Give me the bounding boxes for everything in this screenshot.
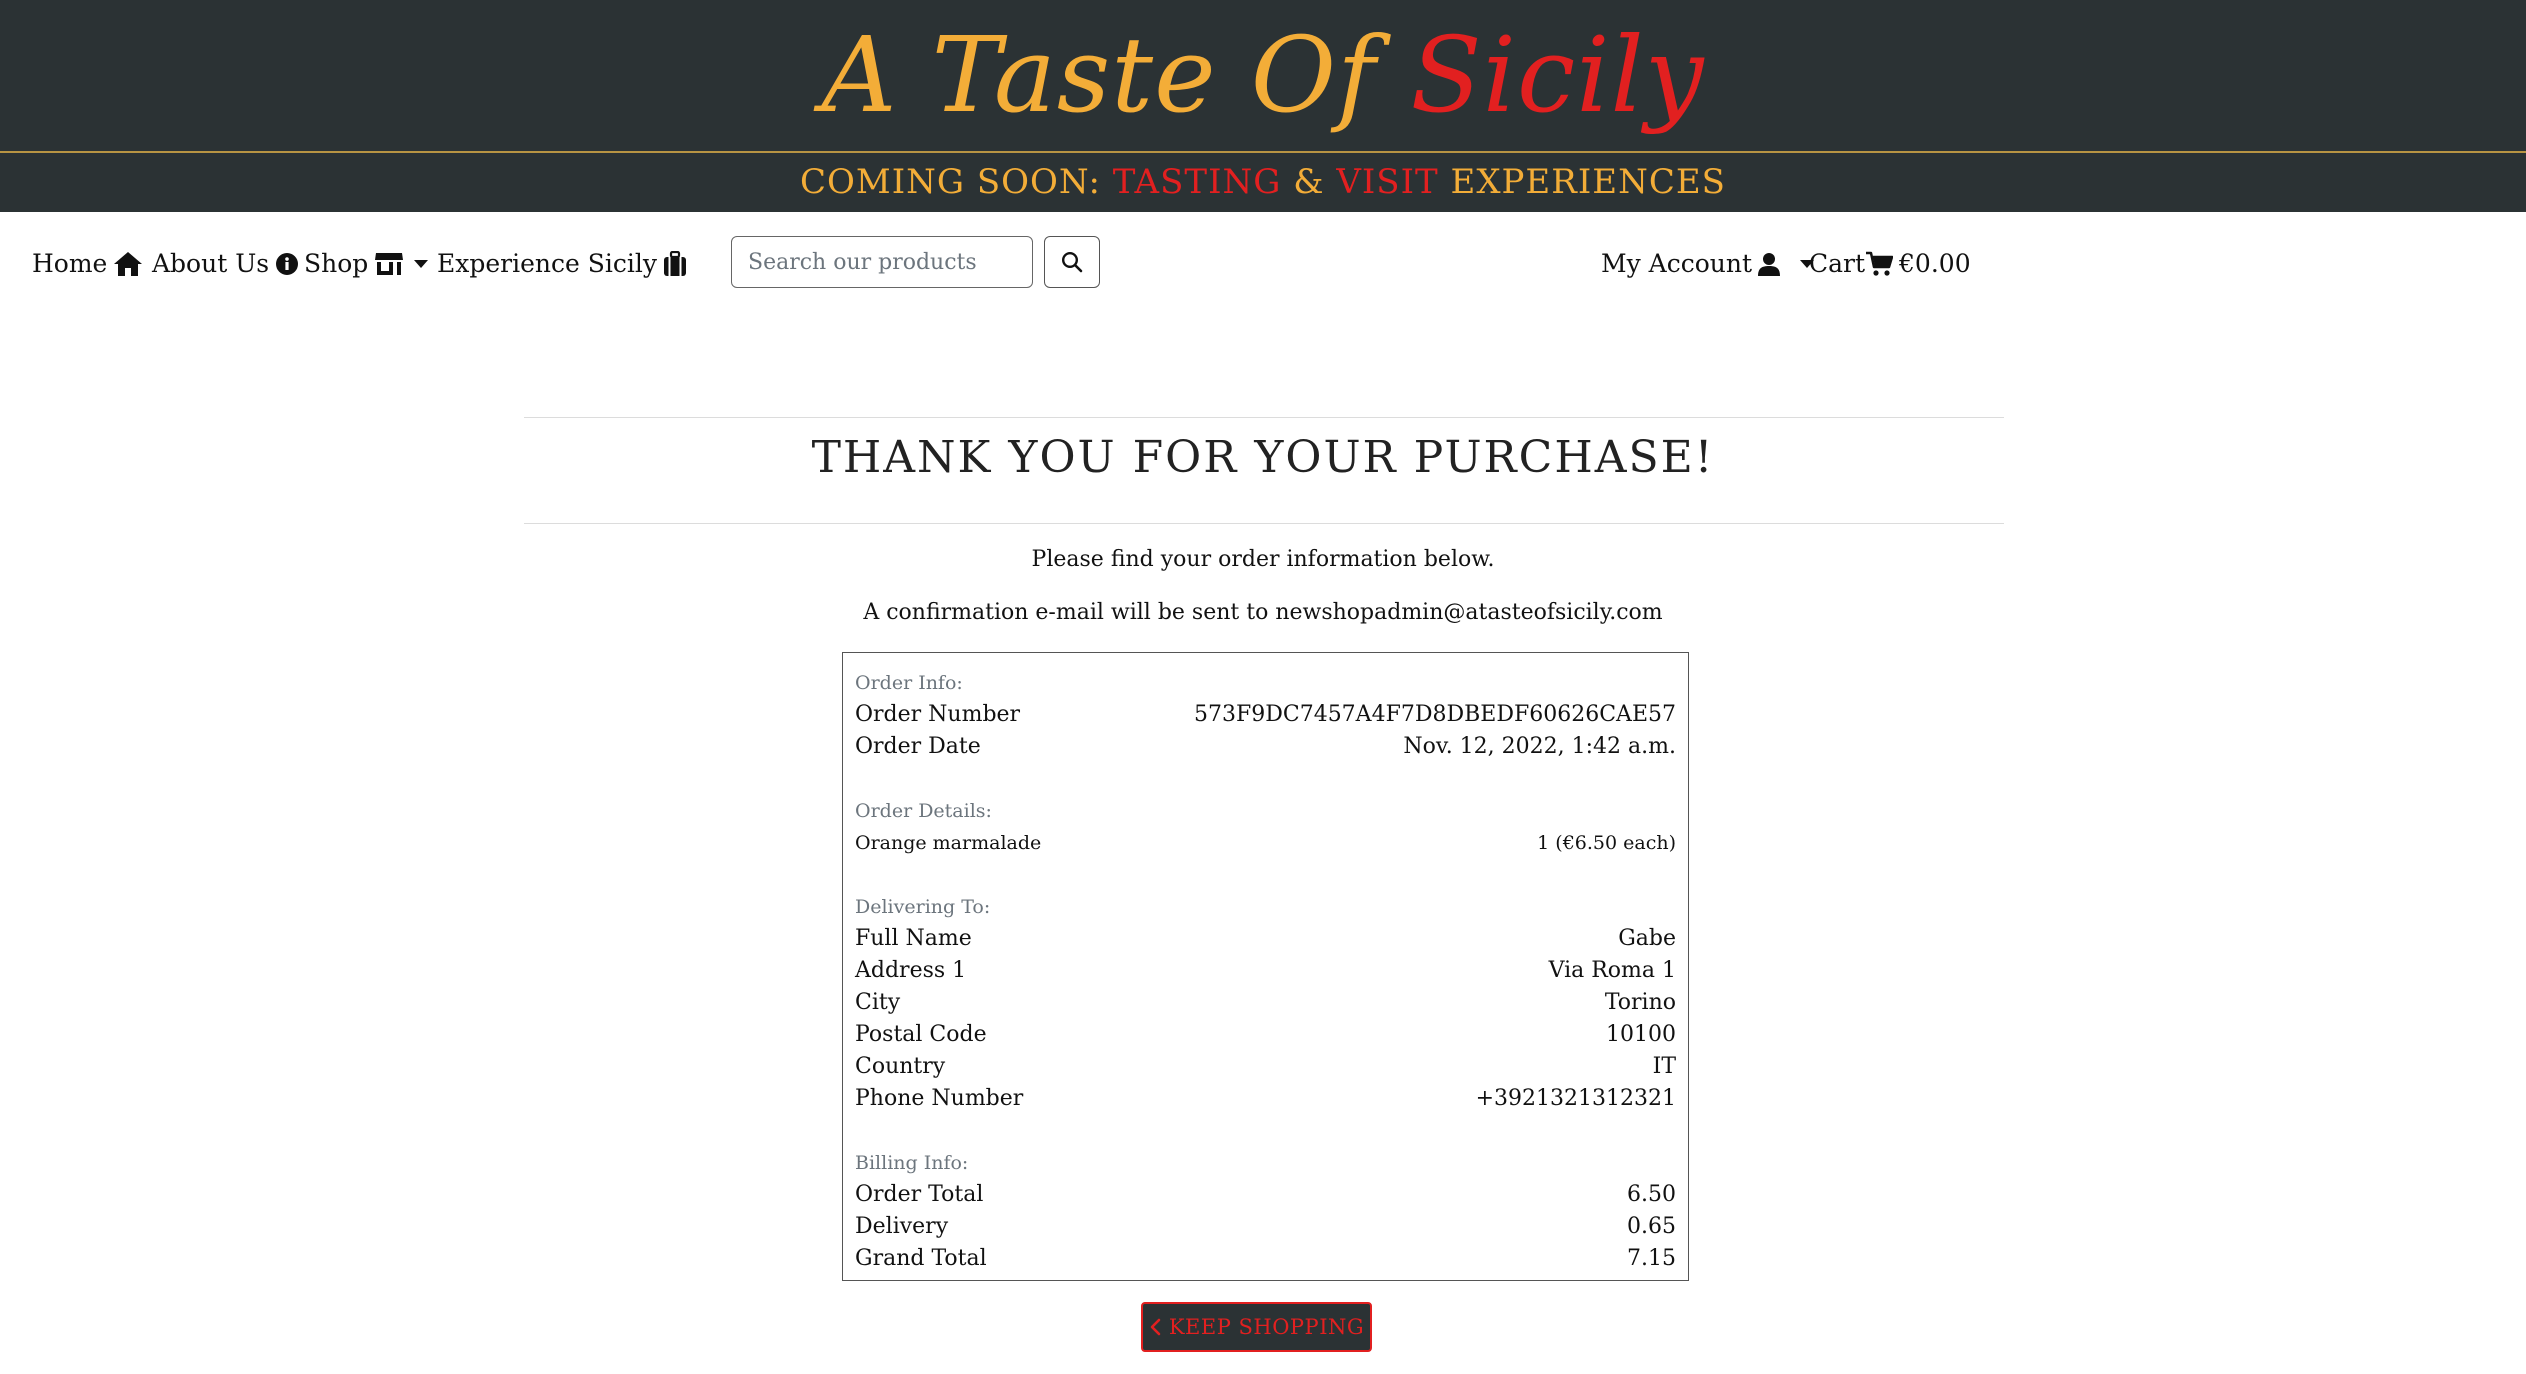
nav-account-label: My Account — [1601, 249, 1753, 278]
postal-code-value: 10100 — [1606, 1022, 1676, 1047]
postal-code-label: Postal Code — [855, 1022, 987, 1047]
logo-word-3: Sicily — [1410, 14, 1705, 136]
logo-word-1: A Taste — [821, 14, 1217, 136]
country-row: Country IT — [855, 1051, 1676, 1083]
postal-code-row: Postal Code 10100 — [855, 1019, 1676, 1051]
grand-total-label: Grand Total — [855, 1246, 987, 1271]
full-name-label: Full Name — [855, 926, 972, 951]
search-button[interactable] — [1044, 236, 1100, 288]
keep-shopping-label: KEEP SHOPPING — [1168, 1315, 1365, 1339]
nav-about[interactable]: About Us — [152, 246, 299, 282]
order-info-intro: Please find your order information below… — [1031, 547, 1495, 572]
banner-text-visit: VISIT — [1336, 162, 1439, 202]
banner-text-experiences: EXPERIENCES — [1438, 162, 1726, 202]
address1-label: Address 1 — [855, 958, 967, 983]
order-details-heading: Order Details: — [855, 800, 992, 822]
nav-shop[interactable]: Shop — [304, 246, 429, 282]
banner-text-amp: & — [1281, 162, 1337, 202]
main-nav: Home About Us Shop Experience Sicily My … — [0, 212, 2526, 312]
cart-icon — [1866, 251, 1894, 276]
title-divider-top — [524, 417, 2004, 418]
chevron-down-icon — [414, 260, 429, 268]
nav-cart-label: Cart — [1809, 249, 1866, 278]
site-logo[interactable]: A Taste Of Sicily — [0, 10, 2526, 140]
site-header: A Taste Of Sicily — [0, 0, 2526, 153]
order-number-row: Order Number 573F9DC7457A4F7D8DBEDF60626… — [855, 699, 1676, 731]
banner-text-tasting: TASTING — [1112, 162, 1282, 202]
order-total-row: Order Total 6.50 — [855, 1179, 1676, 1211]
order-number-label: Order Number — [855, 702, 1021, 727]
billing-info-heading: Billing Info: — [855, 1152, 969, 1174]
order-date-row: Order Date Nov. 12, 2022, 1:42 a.m. — [855, 731, 1676, 763]
delivery-value: 0.65 — [1627, 1214, 1676, 1239]
cart-total: €0.00 — [1899, 249, 1971, 278]
header-divider — [0, 151, 2526, 153]
full-name-row: Full Name Gabe — [855, 923, 1676, 955]
user-icon — [1758, 253, 1781, 276]
country-value: IT — [1652, 1054, 1676, 1079]
search-icon — [1061, 251, 1083, 273]
item-quantity: 1 (€6.50 each) — [1537, 832, 1676, 854]
logo-word-2: Of — [1250, 14, 1377, 136]
grand-total-value: 7.15 — [1627, 1246, 1676, 1271]
nav-shop-label: Shop — [304, 249, 369, 278]
city-label: City — [855, 990, 901, 1015]
delivery-row: Delivery 0.65 — [855, 1211, 1676, 1243]
suitcase-icon — [663, 251, 686, 276]
nav-home-label: Home — [32, 249, 108, 278]
city-value: Torino — [1604, 990, 1676, 1015]
info-icon — [276, 253, 299, 275]
confirmation-email-note: A confirmation e-mail will be sent to ne… — [863, 600, 1663, 625]
nav-experience-label: Experience Sicily — [437, 249, 657, 278]
phone-number-label: Phone Number — [855, 1086, 1024, 1111]
order-info-heading: Order Info: — [855, 672, 963, 694]
nav-experience-sicily[interactable]: Experience Sicily — [437, 246, 687, 282]
phone-number-row: Phone Number +3921321312321 — [855, 1083, 1676, 1115]
title-divider-bottom — [524, 523, 2004, 524]
order-summary: Order Info: Order Number 573F9DC7457A4F7… — [842, 652, 1689, 1281]
nav-home[interactable]: Home — [32, 246, 143, 282]
address1-row: Address 1 Via Roma 1 — [855, 955, 1676, 987]
search-input[interactable] — [731, 236, 1033, 288]
city-row: City Torino — [855, 987, 1676, 1019]
nav-my-account[interactable]: My Account — [1601, 246, 1815, 282]
country-label: Country — [855, 1054, 946, 1079]
nav-about-label: About Us — [152, 249, 270, 278]
order-number-value: 573F9DC7457A4F7D8DBEDF60626CAE57 — [1193, 702, 1676, 727]
chevron-left-icon — [1150, 1318, 1161, 1336]
phone-number-value: +3921321312321 — [1475, 1086, 1676, 1111]
item-name: Orange marmalade — [855, 832, 1042, 854]
list-item: Orange marmalade 1 (€6.50 each) — [855, 827, 1676, 859]
order-date-label: Order Date — [855, 734, 981, 759]
coming-soon-banner: COMING SOON: TASTING & VISIT EXPERIENCES — [0, 152, 2526, 212]
home-icon — [114, 252, 143, 276]
store-icon — [375, 253, 404, 275]
nav-cart[interactable]: Cart €0.00 — [1809, 246, 1971, 282]
grand-total-row: Grand Total 7.15 — [855, 1243, 1676, 1275]
order-date-value: Nov. 12, 2022, 1:42 a.m. — [1403, 734, 1676, 759]
address1-value: Via Roma 1 — [1548, 958, 1676, 983]
page-title: THANK YOU FOR YOUR PURCHASE! — [811, 432, 1715, 483]
banner-text-1: COMING SOON: — [800, 162, 1113, 202]
delivery-label: Delivery — [855, 1214, 949, 1239]
order-total-label: Order Total — [855, 1182, 984, 1207]
order-total-value: 6.50 — [1627, 1182, 1676, 1207]
delivering-to-heading: Delivering To: — [855, 896, 991, 918]
full-name-value: Gabe — [1618, 926, 1676, 951]
keep-shopping-button[interactable]: KEEP SHOPPING — [1141, 1302, 1372, 1352]
